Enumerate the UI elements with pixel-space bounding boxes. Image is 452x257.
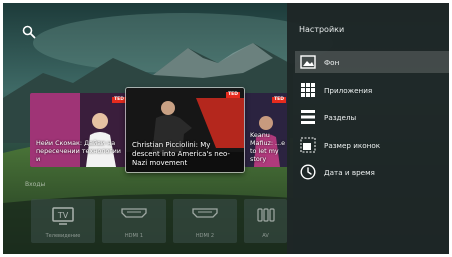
apps-grid-icon xyxy=(299,81,317,99)
input-tile-hdmi2[interactable]: HDMI 2 xyxy=(173,199,237,243)
clock-icon xyxy=(299,163,317,181)
search-icon[interactable] xyxy=(22,25,36,39)
settings-panel: Настройки Фон Приложения Разделы Размер … xyxy=(287,3,449,254)
sections-icon xyxy=(299,108,317,126)
ted-badge: TED xyxy=(272,97,286,103)
input-label: AV xyxy=(262,233,269,239)
settings-item-label: Дата и время xyxy=(324,167,375,177)
settings-item-date-time[interactable]: Дата и время xyxy=(295,161,449,183)
settings-item-label: Размер иконок xyxy=(324,140,381,150)
settings-item-label: Приложения xyxy=(324,85,373,95)
input-label: Телевидение xyxy=(45,233,81,239)
svg-text:TV: TV xyxy=(57,211,69,220)
input-tile-av[interactable]: AV xyxy=(244,199,287,243)
settings-title: Настройки xyxy=(299,25,345,34)
tv-home-screen: TED Нейи Скомак: Дайви на пересечении те… xyxy=(3,3,449,254)
tv-icon: TV xyxy=(52,207,74,225)
settings-item-icon-size[interactable]: Размер иконок xyxy=(295,134,449,156)
av-icon xyxy=(256,208,275,222)
input-label: HDMI 2 xyxy=(195,233,215,239)
settings-item-background[interactable]: Фон xyxy=(295,51,449,73)
hdmi-icon xyxy=(192,208,218,218)
icon-size-icon xyxy=(299,136,317,154)
video-caption: Christian Picciolini: My descent into Am… xyxy=(132,141,230,167)
video-caption: Keanu Mafiuz: ...e to let my story xyxy=(250,131,286,163)
video-card[interactable]: TED Keanu Mafiuz: ...e to let my story xyxy=(244,93,290,167)
image-icon xyxy=(299,53,317,71)
input-label: HDMI 1 xyxy=(124,233,144,239)
settings-item-label: Разделы xyxy=(324,112,357,122)
video-card-focused[interactable]: TED Christian Picciolini: My descent int… xyxy=(126,88,244,172)
ted-badge: TED xyxy=(226,92,240,98)
input-tile-hdmi1[interactable]: HDMI 1 xyxy=(102,199,166,243)
ted-badge: TED xyxy=(112,97,126,103)
video-card[interactable]: TED Нейи Скомак: Дайви на пересечении те… xyxy=(30,93,130,167)
settings-item-sections[interactable]: Разделы xyxy=(295,106,449,128)
settings-item-label: Фон xyxy=(324,57,340,67)
input-tile-tv[interactable]: TV Телевидение xyxy=(31,199,95,243)
inputs-section-label: Входы xyxy=(25,181,46,188)
settings-item-apps[interactable]: Приложения xyxy=(295,79,449,101)
video-caption: Нейи Скомак: Дайви на пересечении технол… xyxy=(36,139,121,163)
hdmi-icon xyxy=(121,208,147,218)
